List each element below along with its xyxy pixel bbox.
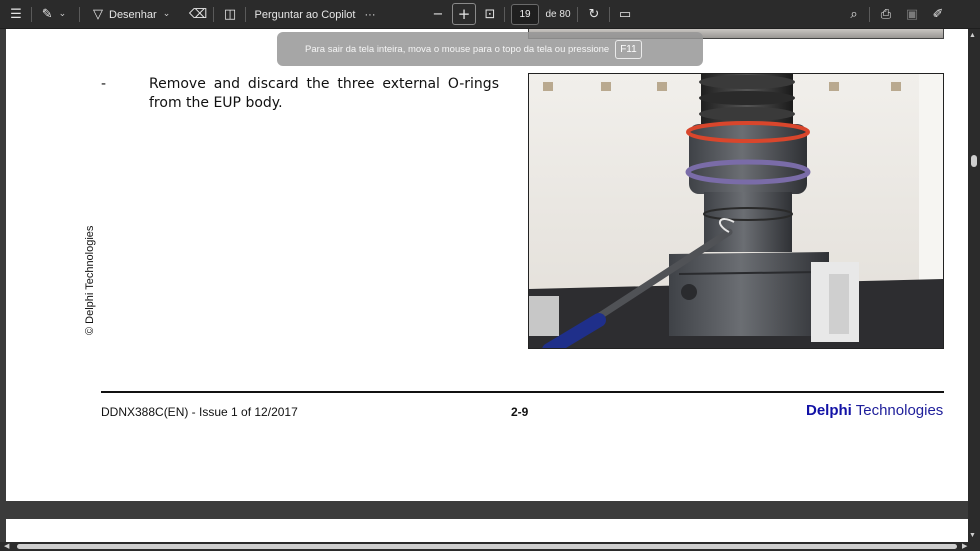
draw-button[interactable]: ▽ Desenhar ⌄ <box>93 3 177 26</box>
brand-bold: Delphi <box>806 402 852 419</box>
page-total-label: de 80 <box>545 9 571 20</box>
toolbar-divider <box>577 7 578 22</box>
eup-illustration <box>529 74 943 348</box>
horizontal-scroll-thumb[interactable] <box>17 544 957 549</box>
footer-rule <box>101 391 944 393</box>
rotate-button[interactable]: ↻ <box>585 3 603 26</box>
toolbar-divider <box>504 7 505 22</box>
fullscreen-toast: Para sair da tela inteira, mova o mouse … <box>277 32 703 66</box>
search-icon: ⌕ <box>850 7 858 22</box>
fit-page-button[interactable]: ⊡ <box>481 3 499 26</box>
page-view-button[interactable]: ▭ <box>616 3 634 26</box>
zoom-out-button[interactable]: − <box>430 3 446 26</box>
zoom-out-icon: − <box>432 7 444 22</box>
more-options-icon: ··· <box>364 8 376 21</box>
toolbar-divider <box>609 7 610 22</box>
chevron-down-icon: ⌄ <box>162 9 171 19</box>
scroll-right-icon[interactable]: ▶ <box>962 542 967 550</box>
save-button[interactable]: ▣ <box>903 3 921 26</box>
contents-icon: ☰ <box>10 7 22 22</box>
save-as-icon: ✐ <box>932 7 944 22</box>
page-label: 2-9 <box>511 405 529 419</box>
page-number-input[interactable] <box>511 4 539 25</box>
document-code: DDNX388C(EN) - Issue 1 of 12/2017 <box>101 405 298 419</box>
scroll-down-icon[interactable]: ▼ <box>969 532 976 539</box>
save-icon: ▣ <box>905 7 919 22</box>
brand-rest: Technologies <box>851 402 944 419</box>
zoom-in-icon: + <box>457 5 471 23</box>
copilot-button[interactable]: Perguntar ao Copilot <box>254 3 356 26</box>
toast-message: Para sair da tela inteira, mova o mouse … <box>305 43 610 55</box>
toolbar-divider <box>245 7 246 22</box>
print-button[interactable]: ⎙ <box>877 3 895 26</box>
text-box-button[interactable]: ◫ <box>221 3 239 26</box>
draw-icon: ▽ <box>93 7 103 22</box>
eraser-icon: ⌫ <box>188 7 208 22</box>
f11-key-badge: F11 <box>615 39 642 59</box>
contents-button[interactable]: ☰ <box>6 3 26 26</box>
next-pdf-page <box>6 519 969 543</box>
two-page-icon: ▭ <box>618 7 632 22</box>
page-total: de 80 <box>545 3 571 26</box>
eraser-button[interactable]: ⌫ <box>189 3 207 26</box>
toolbar-divider <box>869 7 870 22</box>
brand-logo: Delphi Technologies <box>806 402 943 419</box>
fit-page-icon: ⊡ <box>484 7 496 22</box>
text-box-icon: ◫ <box>223 7 237 22</box>
scroll-left-icon[interactable]: ◀ <box>4 542 9 550</box>
toolbar-divider <box>31 7 32 22</box>
copilot-label: Perguntar ao Copilot <box>254 8 356 21</box>
vertical-scrollbar[interactable] <box>968 29 980 542</box>
chevron-down-icon: ⌄ <box>58 9 67 19</box>
print-icon: ⎙ <box>880 7 892 22</box>
toolbar-divider <box>79 7 80 22</box>
zoom-in-button[interactable]: + <box>452 3 476 26</box>
bullet-dash: - <box>101 76 107 92</box>
search-button[interactable]: ⌕ <box>845 3 863 26</box>
highlight-icon: ✎ <box>41 7 53 22</box>
save-as-button[interactable]: ✐ <box>929 3 947 26</box>
pdf-toolbar: ☰ ✎ ⌄ ▽ Desenhar ⌄ ⌫ ◫ Perguntar ao Copi… <box>0 0 980 29</box>
more-options-button[interactable]: ··· <box>361 3 379 26</box>
eup-photo <box>528 73 944 349</box>
rotate-icon: ↻ <box>588 7 600 22</box>
vertical-copyright: © Delphi Technologies <box>84 225 96 335</box>
draw-label: Desenhar <box>109 8 157 21</box>
instruction-text: Remove and discard the three external O-… <box>149 76 499 111</box>
vertical-scroll-thumb[interactable] <box>971 155 977 167</box>
toolbar-divider <box>213 7 214 22</box>
highlight-button[interactable]: ✎ ⌄ <box>37 3 71 26</box>
scroll-up-icon[interactable]: ▲ <box>969 32 976 39</box>
